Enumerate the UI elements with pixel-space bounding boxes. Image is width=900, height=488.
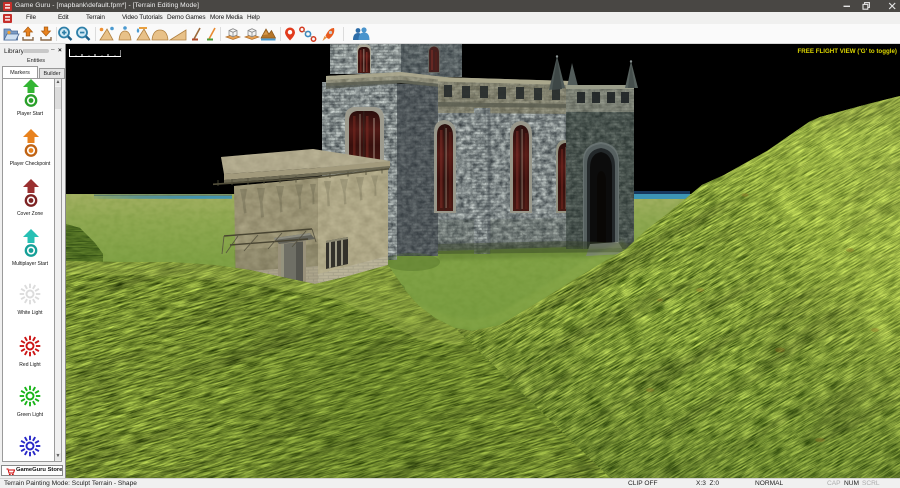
svg-text:Player Checkpoint: Player Checkpoint — [10, 161, 51, 167]
svg-text:White Light: White Light — [17, 310, 43, 316]
svg-text:Red Light: Red Light — [19, 362, 41, 368]
svg-text:Green Light: Green Light — [17, 412, 44, 418]
svg-text:Player Start: Player Start — [17, 111, 44, 117]
svg-text:Cover Zone: Cover Zone — [17, 211, 43, 217]
svg-text:Multiplayer Start: Multiplayer Start — [12, 261, 49, 267]
